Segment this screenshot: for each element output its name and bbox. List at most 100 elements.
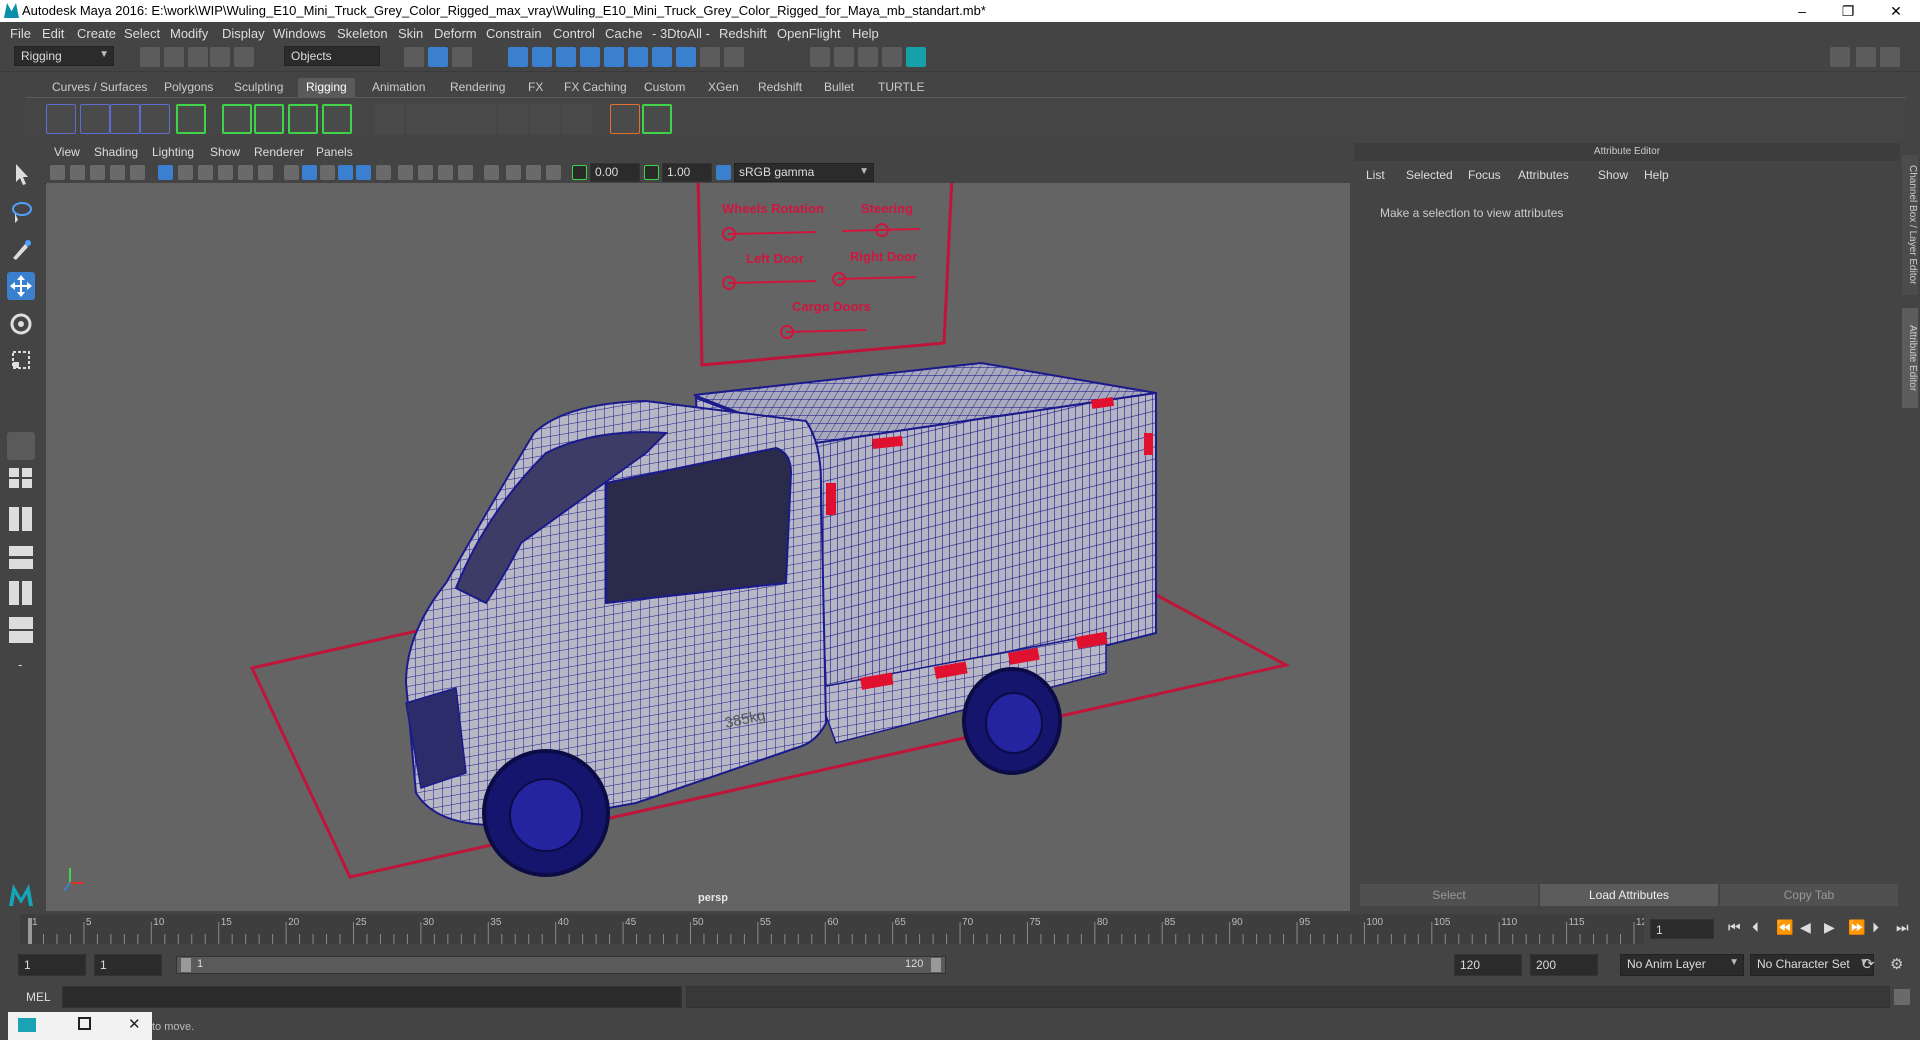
scale-constraint-icon[interactable]	[498, 104, 528, 134]
new-scene-icon[interactable]	[140, 47, 160, 67]
play-forwards-icon[interactable]: ▶	[1824, 919, 1835, 936]
snap-grid-icon[interactable]	[508, 47, 528, 67]
menu-control[interactable]: Control	[553, 26, 595, 41]
channel-box-tab[interactable]: Channel Box / Layer Editor	[1902, 155, 1918, 295]
tab-rendering[interactable]: Rendering	[442, 78, 513, 97]
graph-layout-icon[interactable]	[7, 545, 35, 571]
channel-box-toggle-icon[interactable]	[1880, 47, 1900, 67]
scale-tool-icon[interactable]	[7, 346, 35, 374]
menu-skeleton[interactable]: Skeleton	[337, 26, 388, 41]
vp-menu-shading[interactable]: Shading	[94, 145, 138, 159]
bind-skin-icon[interactable]	[176, 104, 206, 134]
use-all-lights-icon[interactable]	[356, 165, 371, 180]
camera-attributes-icon[interactable]	[70, 165, 85, 180]
vp-menu-lighting[interactable]: Lighting	[152, 145, 194, 159]
menu-constrain[interactable]: Constrain	[486, 26, 542, 41]
xray-icon[interactable]	[506, 165, 521, 180]
gamma-field[interactable]: 1.00	[662, 163, 712, 182]
vp-menu-renderer[interactable]: Renderer	[254, 145, 304, 159]
menu-file[interactable]: File	[10, 26, 31, 41]
auto-key-icon[interactable]: ⟳	[1862, 955, 1875, 973]
rig-control-panel[interactable]: Wheels Rotation Steering Left Door Right…	[696, 183, 954, 367]
ik-fk-icon[interactable]	[562, 104, 592, 134]
shadows-icon[interactable]	[376, 165, 391, 180]
character-set-dropdown[interactable]: No Character Set ▼	[1750, 954, 1874, 976]
cluster-icon[interactable]	[222, 104, 252, 134]
locator-icon[interactable]	[610, 104, 640, 134]
range-slider-end-handle[interactable]	[931, 958, 941, 972]
tab-bullet[interactable]: Bullet	[816, 78, 862, 97]
ae-copy-tab-button[interactable]: Copy Tab	[1720, 884, 1898, 906]
menu-deform[interactable]: Deform	[434, 26, 477, 41]
command-language-label[interactable]: MEL	[26, 990, 51, 1004]
safe-action-icon[interactable]	[258, 165, 273, 180]
menu-help[interactable]: Help	[852, 26, 879, 41]
tab-custom[interactable]: Custom	[636, 78, 693, 97]
animation-start-field[interactable]: 1	[18, 954, 86, 976]
four-pane-layout-icon[interactable]	[7, 467, 35, 489]
single-pane-layout-icon[interactable]	[7, 432, 35, 460]
maximize-button[interactable]: ❐	[1826, 0, 1870, 22]
2d-pan-zoom-icon[interactable]	[130, 165, 145, 180]
tab-polygons[interactable]: Polygons	[156, 78, 221, 97]
step-back-key-icon[interactable]: ⏪	[1776, 919, 1793, 936]
ae-menu-selected[interactable]: Selected	[1406, 168, 1453, 182]
play-backwards-icon[interactable]: ◀	[1800, 919, 1811, 936]
lasso-tool-icon[interactable]	[7, 198, 35, 226]
exposure-icon[interactable]	[572, 165, 587, 180]
menu-modify[interactable]: Modify	[170, 26, 208, 41]
joint-tool-icon[interactable]	[46, 104, 76, 134]
menu-select[interactable]: Select	[124, 26, 160, 41]
ik-spline-icon[interactable]	[110, 104, 140, 134]
ipr-render-icon[interactable]	[858, 47, 878, 67]
mode-dropdown[interactable]: Rigging ▼	[14, 46, 114, 66]
menu-display[interactable]: Display	[222, 26, 265, 41]
exposure-field[interactable]: 0.00	[590, 163, 640, 182]
minimize-button[interactable]: –	[1780, 0, 1824, 22]
vp-menu-view[interactable]: View	[54, 145, 80, 159]
step-back-frame-icon[interactable]: ⏴	[1752, 919, 1759, 936]
image-plane-icon[interactable]	[110, 165, 125, 180]
animation-end-field[interactable]: 200	[1530, 954, 1598, 976]
render-settings-icon[interactable]	[882, 47, 902, 67]
current-frame-field[interactable]: 1	[1650, 919, 1714, 939]
ik-handle-icon[interactable]	[80, 104, 110, 134]
field-chart-icon[interactable]	[238, 165, 253, 180]
maya-home-icon[interactable]	[7, 880, 35, 908]
command-input[interactable]	[62, 986, 682, 1008]
tab-fx[interactable]: FX	[520, 78, 551, 97]
modeling-toolkit-icon[interactable]	[1830, 47, 1850, 67]
outliner-layout-icon[interactable]	[7, 506, 35, 532]
tab-rigging[interactable]: Rigging	[298, 78, 355, 97]
restore-window-icon[interactable]	[78, 1017, 91, 1030]
ambient-occlusion-icon[interactable]	[398, 165, 413, 180]
menu-openflight[interactable]: OpenFlight	[777, 26, 841, 41]
blend-shape-icon[interactable]	[254, 104, 284, 134]
anim-layer-dropdown[interactable]: No Anim Layer ▼	[1620, 954, 1744, 976]
snap-view-plane-icon[interactable]	[580, 47, 600, 67]
maya-window-icon[interactable]	[18, 1018, 36, 1032]
paint-select-icon[interactable]	[7, 236, 35, 264]
bookmark-icon[interactable]	[90, 165, 105, 180]
close-window-icon[interactable]: ✕	[128, 1015, 141, 1033]
scene-view[interactable]: Wheels Rotation Steering Left Door Right…	[46, 183, 1350, 911]
open-scene-icon[interactable]	[164, 47, 184, 67]
pole-vector-icon[interactable]	[530, 104, 560, 134]
textured-icon[interactable]	[338, 165, 353, 180]
go-to-end-icon[interactable]: ⏭	[1896, 919, 1909, 936]
xray-joints-icon[interactable]	[526, 165, 541, 180]
range-slider[interactable]: 1 120	[176, 956, 946, 974]
menu-edit[interactable]: Edit	[42, 26, 64, 41]
wireframe-icon[interactable]	[284, 165, 299, 180]
multisample-icon[interactable]	[438, 165, 453, 180]
range-slider-start-handle[interactable]	[181, 958, 191, 972]
construction-history-icon[interactable]	[724, 47, 744, 67]
attribute-editor-toggle-icon[interactable]	[1856, 47, 1876, 67]
menu-redshift[interactable]: Redshift	[719, 26, 767, 41]
resolution-gate-icon[interactable]	[198, 165, 213, 180]
wireframe-on-shaded-icon[interactable]	[320, 165, 335, 180]
vp-menu-show[interactable]: Show	[210, 145, 240, 159]
redo-icon[interactable]	[234, 47, 254, 67]
selection-mask-dropdown[interactable]: Objects	[284, 46, 380, 66]
close-button[interactable]: ✕	[1874, 0, 1918, 22]
